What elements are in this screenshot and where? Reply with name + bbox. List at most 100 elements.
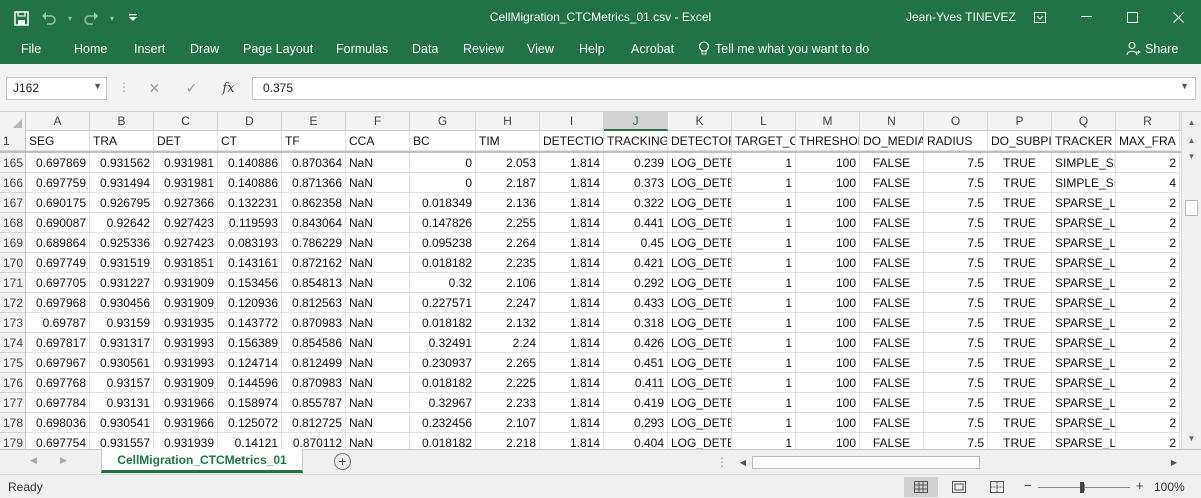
cell[interactable]: 7.5 <box>924 433 988 449</box>
cell[interactable]: 0.14121 <box>218 433 282 449</box>
cell[interactable]: LOG_DETE <box>668 153 732 173</box>
cell[interactable]: 0.854586 <box>282 333 346 353</box>
column-header-f[interactable]: F <box>346 112 410 131</box>
column-header-n[interactable]: N <box>860 112 924 131</box>
undo-icon[interactable] <box>36 6 62 30</box>
cell[interactable]: 0.93157 <box>90 373 154 393</box>
cell[interactable]: 0.931317 <box>90 333 154 353</box>
cell[interactable]: SPARSE_LA <box>1052 293 1116 313</box>
cell[interactable]: 0.32491 <box>410 333 476 353</box>
cell[interactable]: 100 <box>796 313 860 333</box>
column-title-cell[interactable]: BC <box>410 131 476 151</box>
row-number[interactable]: 170 <box>0 253 26 273</box>
tab-draw[interactable]: Draw <box>190 42 219 56</box>
cell[interactable]: 0.931993 <box>154 333 218 353</box>
cell[interactable]: 2 <box>1116 293 1180 313</box>
cell[interactable]: LOG_DETE <box>668 233 732 253</box>
cell[interactable]: 2 <box>1116 333 1180 353</box>
maximize-icon[interactable] <box>1109 0 1155 34</box>
cell[interactable]: 2.132 <box>476 313 540 333</box>
cell[interactable]: 0.144596 <box>218 373 282 393</box>
column-header-l[interactable]: L <box>732 112 796 131</box>
cell[interactable]: LOG_DETE <box>668 273 732 293</box>
cell[interactable]: LOG_DETE <box>668 333 732 353</box>
redo-icon[interactable] <box>78 6 104 30</box>
cell[interactable]: 100 <box>796 353 860 373</box>
cell[interactable]: 0.931981 <box>154 173 218 193</box>
cell[interactable]: 0.812563 <box>282 293 346 313</box>
column-header-d[interactable]: D <box>218 112 282 131</box>
name-box[interactable]: J162 ▼ <box>6 77 107 100</box>
column-header-b[interactable]: B <box>90 112 154 131</box>
cell[interactable]: FALSE <box>860 213 924 233</box>
cell[interactable]: 1 <box>732 293 796 313</box>
column-title-cell[interactable]: DET <box>154 131 218 151</box>
cell[interactable]: 7.5 <box>924 153 988 173</box>
normal-view-icon[interactable] <box>904 477 938 497</box>
cell[interactable]: 0.697968 <box>26 293 90 313</box>
cell[interactable]: 7.5 <box>924 353 988 373</box>
cell[interactable]: 0.930456 <box>90 293 154 313</box>
cell[interactable]: 0.931227 <box>90 273 154 293</box>
cell[interactable]: 1 <box>732 213 796 233</box>
tab-review[interactable]: Review <box>463 42 504 56</box>
cell[interactable]: 0.786229 <box>282 233 346 253</box>
cell[interactable]: 0.925336 <box>90 233 154 253</box>
insert-function-icon[interactable]: fx <box>210 81 247 96</box>
cell[interactable]: 1.814 <box>540 273 604 293</box>
column-title-cell[interactable]: SEG <box>26 131 90 151</box>
user-name[interactable]: Jean-Yves TINEVEZ <box>906 10 1016 24</box>
cell[interactable]: 0.930561 <box>90 353 154 373</box>
column-title-cell[interactable]: DO_MEDIA <box>860 131 924 151</box>
cell[interactable]: 2 <box>1116 153 1180 173</box>
cell[interactable]: 0.426 <box>604 333 668 353</box>
column-title-cell[interactable]: CCA <box>346 131 410 151</box>
column-header-c[interactable]: C <box>154 112 218 131</box>
cell[interactable]: SPARSE_LA <box>1052 333 1116 353</box>
cell[interactable]: NaN <box>346 373 410 393</box>
cell[interactable]: 0.931909 <box>154 273 218 293</box>
sheet-tab-active[interactable]: CellMigration_CTCMetrics_01 <box>101 449 303 473</box>
column-title-cell[interactable]: DETECTOR <box>668 131 732 151</box>
cell[interactable]: 1 <box>732 273 796 293</box>
cell[interactable]: 1.814 <box>540 233 604 253</box>
cell[interactable]: FALSE <box>860 413 924 433</box>
cell[interactable]: 0.018182 <box>410 253 476 273</box>
cell[interactable]: 2 <box>1116 393 1180 413</box>
cell[interactable]: LOG_DETE <box>668 253 732 273</box>
cell[interactable]: 100 <box>796 153 860 173</box>
previous-sheet-icon[interactable]: ◀ <box>30 455 37 466</box>
cell[interactable]: 2 <box>1116 313 1180 333</box>
cell[interactable]: 0.018182 <box>410 433 476 449</box>
cell[interactable]: TRUE <box>988 353 1052 373</box>
cell[interactable]: 0.870983 <box>282 373 346 393</box>
cell[interactable]: 1 <box>732 233 796 253</box>
cell[interactable]: 1.814 <box>540 253 604 273</box>
cell[interactable]: 2.24 <box>476 333 540 353</box>
cell[interactable]: SPARSE_LA <box>1052 233 1116 253</box>
tab-home[interactable]: Home <box>74 42 107 56</box>
cell[interactable]: 0.018182 <box>410 313 476 333</box>
column-header-e[interactable]: E <box>282 112 346 131</box>
cell[interactable]: 0.018182 <box>410 373 476 393</box>
cell[interactable]: 7.5 <box>924 253 988 273</box>
cell[interactable]: SPARSE_LA <box>1052 193 1116 213</box>
row-number[interactable]: 1 <box>0 131 26 151</box>
cell[interactable]: 2 <box>1116 193 1180 213</box>
cell[interactable]: 0.931981 <box>154 153 218 173</box>
cell[interactable]: 0.32967 <box>410 393 476 413</box>
close-icon[interactable] <box>1155 0 1201 34</box>
horizontal-scrollbar[interactable]: ◀ ▶ <box>736 455 1181 470</box>
cell[interactable]: 0.931935 <box>154 313 218 333</box>
cell[interactable]: 7.5 <box>924 193 988 213</box>
undo-dropdown-icon[interactable]: ▾ <box>64 6 76 30</box>
cell[interactable]: FALSE <box>860 173 924 193</box>
cell[interactable]: TRUE <box>988 173 1052 193</box>
column-header-g[interactable]: G <box>410 112 476 131</box>
cell[interactable]: 2.247 <box>476 293 540 313</box>
cell[interactable]: 1 <box>732 353 796 373</box>
cell[interactable]: 0.322 <box>604 193 668 213</box>
cell[interactable]: 0.697754 <box>26 433 90 449</box>
cell[interactable]: 0.871366 <box>282 173 346 193</box>
cell[interactable]: TRUE <box>988 333 1052 353</box>
